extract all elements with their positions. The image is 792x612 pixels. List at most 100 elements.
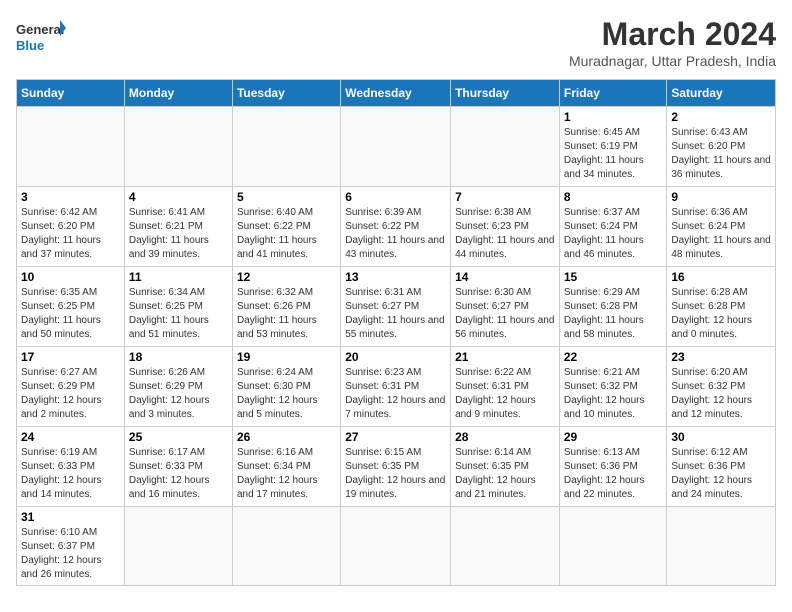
svg-text:Blue: Blue xyxy=(16,38,44,53)
header: General Blue March 2024 Muradnagar, Utta… xyxy=(16,16,776,69)
svg-text:General: General xyxy=(16,22,64,37)
logo-svg: General Blue xyxy=(16,16,66,56)
day-number: 31 xyxy=(21,510,120,524)
day-info: Sunrise: 6:42 AM Sunset: 6:20 PM Dayligh… xyxy=(21,206,120,262)
day-info: Sunrise: 6:12 AM Sunset: 6:36 PM Dayligh… xyxy=(671,446,771,502)
day-info: Sunrise: 6:40 AM Sunset: 6:22 PM Dayligh… xyxy=(237,206,336,262)
day-info: Sunrise: 6:16 AM Sunset: 6:34 PM Dayligh… xyxy=(237,446,336,502)
day-number: 14 xyxy=(455,270,555,284)
day-number: 29 xyxy=(564,430,663,444)
calendar-cell: 7Sunrise: 6:38 AM Sunset: 6:23 PM Daylig… xyxy=(451,187,560,267)
calendar-cell: 14 Sunrise: 6:30 AM Sunset: 6:27 PM Dayli… xyxy=(451,267,560,347)
calendar-cell xyxy=(124,507,232,586)
calendar-cell: 29 Sunrise: 6:13 AM Sunset: 6:36 PM Dayli… xyxy=(559,427,667,507)
day-number: 9 xyxy=(671,190,771,204)
calendar-cell xyxy=(341,107,451,187)
calendar-cell: 6 Sunrise: 6:39 AM Sunset: 6:22 PM Daylig… xyxy=(341,187,451,267)
day-info: Sunrise: 6:41 AM Sunset: 6:21 PM Dayligh… xyxy=(129,206,228,262)
day-info: Sunrise: 6:10 AM Sunset: 6:37 PM Dayligh… xyxy=(21,526,120,582)
calendar-cell: 19Sunrise: 6:24 AM Sunset: 6:30 PM Dayli… xyxy=(232,347,340,427)
day-number: 25 xyxy=(129,430,228,444)
day-info: Sunrise: 6:43 AM Sunset: 6:20 PM Dayligh… xyxy=(671,126,771,182)
calendar-cell: 13Sunrise: 6:31 AM Sunset: 6:27 PM Dayli… xyxy=(341,267,451,347)
day-info: Sunrise: 6:34 AM Sunset: 6:25 PM Dayligh… xyxy=(129,286,228,342)
day-info: Sunrise: 6:45 AM Sunset: 6:19 PM Dayligh… xyxy=(564,126,663,182)
day-number: 15 xyxy=(564,270,663,284)
calendar-cell xyxy=(451,107,560,187)
calendar-cell: 5 Sunrise: 6:40 AM Sunset: 6:22 PM Daylig… xyxy=(232,187,340,267)
day-number: 4 xyxy=(129,190,228,204)
calendar-cell: 24Sunrise: 6:19 AM Sunset: 6:33 PM Dayli… xyxy=(17,427,125,507)
day-number: 5 xyxy=(237,190,336,204)
calendar-cell: 11 Sunrise: 6:34 AM Sunset: 6:25 PM Dayli… xyxy=(124,267,232,347)
day-info: Sunrise: 6:37 AM Sunset: 6:24 PM Dayligh… xyxy=(564,206,663,262)
calendar-cell: 18 Sunrise: 6:26 AM Sunset: 6:29 PM Dayli… xyxy=(124,347,232,427)
calendar-cell xyxy=(17,107,125,187)
month-year-title: March 2024 xyxy=(569,16,776,53)
calendar-cell: 9 Sunrise: 6:36 AM Sunset: 6:24 PM Daylig… xyxy=(667,187,776,267)
calendar-cell xyxy=(667,507,776,586)
calendar-cell: 10 Sunrise: 6:35 AM Sunset: 6:25 PM Dayli… xyxy=(17,267,125,347)
calendar-cell: 17 Sunrise: 6:27 AM Sunset: 6:29 PM Dayli… xyxy=(17,347,125,427)
calendar-cell: 21Sunrise: 6:22 AM Sunset: 6:31 PM Dayli… xyxy=(451,347,560,427)
day-info: Sunrise: 6:29 AM Sunset: 6:28 PM Dayligh… xyxy=(564,286,663,342)
day-number: 30 xyxy=(671,430,771,444)
day-info: Sunrise: 6:30 AM Sunset: 6:27 PM Dayligh… xyxy=(455,286,555,342)
calendar-cell: 12 Sunrise: 6:32 AM Sunset: 6:26 PM Dayli… xyxy=(232,267,340,347)
calendar-cell: 31 Sunrise: 6:10 AM Sunset: 6:37 PM Dayli… xyxy=(17,507,125,586)
calendar-cell: 16Sunrise: 6:28 AM Sunset: 6:28 PM Dayli… xyxy=(667,267,776,347)
day-number: 12 xyxy=(237,270,336,284)
calendar-cell: 4 Sunrise: 6:41 AM Sunset: 6:21 PM Daylig… xyxy=(124,187,232,267)
day-number: 23 xyxy=(671,350,771,364)
day-number: 3 xyxy=(21,190,120,204)
day-of-week-header: Sunday xyxy=(17,80,125,107)
day-info: Sunrise: 6:32 AM Sunset: 6:26 PM Dayligh… xyxy=(237,286,336,342)
day-number: 26 xyxy=(237,430,336,444)
day-number: 8 xyxy=(564,190,663,204)
day-info: Sunrise: 6:35 AM Sunset: 6:25 PM Dayligh… xyxy=(21,286,120,342)
calendar-cell: 28Sunrise: 6:14 AM Sunset: 6:35 PM Dayli… xyxy=(451,427,560,507)
calendar-cell xyxy=(232,507,340,586)
calendar-cell xyxy=(559,507,667,586)
calendar-cell: 8 Sunrise: 6:37 AM Sunset: 6:24 PM Daylig… xyxy=(559,187,667,267)
day-number: 18 xyxy=(129,350,228,364)
day-info: Sunrise: 6:36 AM Sunset: 6:24 PM Dayligh… xyxy=(671,206,771,262)
day-info: Sunrise: 6:31 AM Sunset: 6:27 PM Dayligh… xyxy=(345,286,446,342)
day-number: 17 xyxy=(21,350,120,364)
calendar-cell xyxy=(341,507,451,586)
day-number: 24 xyxy=(21,430,120,444)
day-number: 22 xyxy=(564,350,663,364)
title-area: March 2024 Muradnagar, Uttar Pradesh, In… xyxy=(569,16,776,69)
calendar-cell: 23 Sunrise: 6:20 AM Sunset: 6:32 PM Dayli… xyxy=(667,347,776,427)
day-info: Sunrise: 6:27 AM Sunset: 6:29 PM Dayligh… xyxy=(21,366,120,422)
calendar-cell: 25Sunrise: 6:17 AM Sunset: 6:33 PM Dayli… xyxy=(124,427,232,507)
calendar-cell: 30 Sunrise: 6:12 AM Sunset: 6:36 PM Dayli… xyxy=(667,427,776,507)
calendar-cell xyxy=(232,107,340,187)
day-info: Sunrise: 6:15 AM Sunset: 6:35 PM Dayligh… xyxy=(345,446,446,502)
day-of-week-header: Friday xyxy=(559,80,667,107)
day-number: 10 xyxy=(21,270,120,284)
day-number: 20 xyxy=(345,350,446,364)
calendar-cell: 3 Sunrise: 6:42 AM Sunset: 6:20 PM Daylig… xyxy=(17,187,125,267)
calendar-cell xyxy=(451,507,560,586)
day-info: Sunrise: 6:21 AM Sunset: 6:32 PM Dayligh… xyxy=(564,366,663,422)
day-number: 7 xyxy=(455,190,555,204)
day-info: Sunrise: 6:39 AM Sunset: 6:22 PM Dayligh… xyxy=(345,206,446,262)
day-number: 11 xyxy=(129,270,228,284)
day-number: 6 xyxy=(345,190,446,204)
day-info: Sunrise: 6:13 AM Sunset: 6:36 PM Dayligh… xyxy=(564,446,663,502)
day-info: Sunrise: 6:20 AM Sunset: 6:32 PM Dayligh… xyxy=(671,366,771,422)
day-info: Sunrise: 6:14 AM Sunset: 6:35 PM Dayligh… xyxy=(455,446,555,502)
calendar-cell: 26 Sunrise: 6:16 AM Sunset: 6:34 PM Dayli… xyxy=(232,427,340,507)
day-of-week-header: Monday xyxy=(124,80,232,107)
day-info: Sunrise: 6:28 AM Sunset: 6:28 PM Dayligh… xyxy=(671,286,771,342)
day-info: Sunrise: 6:24 AM Sunset: 6:30 PM Dayligh… xyxy=(237,366,336,422)
calendar-cell: 20Sunrise: 6:23 AM Sunset: 6:31 PM Dayli… xyxy=(341,347,451,427)
day-number: 27 xyxy=(345,430,446,444)
day-number: 2 xyxy=(671,110,771,124)
day-number: 1 xyxy=(564,110,663,124)
calendar-cell: 1 Sunrise: 6:45 AM Sunset: 6:19 PM Daylig… xyxy=(559,107,667,187)
day-info: Sunrise: 6:26 AM Sunset: 6:29 PM Dayligh… xyxy=(129,366,228,422)
calendar-cell: 15 Sunrise: 6:29 AM Sunset: 6:28 PM Dayli… xyxy=(559,267,667,347)
calendar-cell: 22 Sunrise: 6:21 AM Sunset: 6:32 PM Dayli… xyxy=(559,347,667,427)
